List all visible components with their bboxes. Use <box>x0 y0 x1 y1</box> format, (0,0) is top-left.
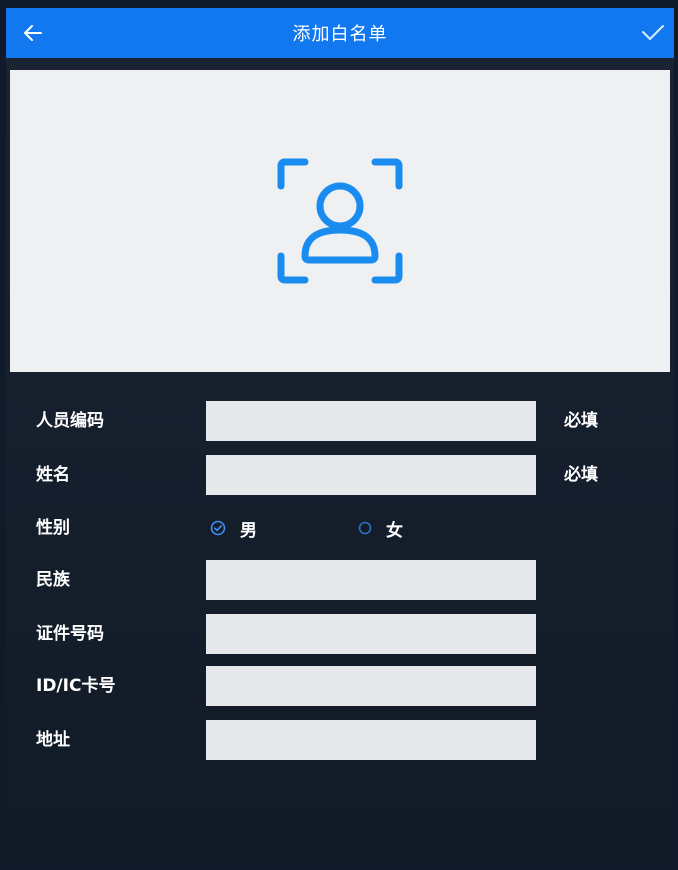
row-employee-id: 人员编码 必填 <box>6 401 674 441</box>
name-required: 必填 <box>564 465 598 485</box>
gender-female-label: 女 <box>386 520 403 541</box>
id-number-label: 证件号码 <box>36 624 104 644</box>
radio-checked-icon <box>210 520 226 536</box>
gender-male-radio[interactable]: 男 <box>210 508 257 548</box>
title-bar: 添加白名单 <box>6 8 674 58</box>
gender-female-radio[interactable]: 女 <box>358 508 403 548</box>
name-label: 姓名 <box>36 465 70 485</box>
ethnicity-input[interactable] <box>206 560 536 600</box>
face-preview[interactable] <box>10 70 670 372</box>
address-label: 地址 <box>36 730 70 750</box>
row-ethnicity: 民族 <box>6 560 674 600</box>
row-gender: 性别 男 女 <box>6 508 674 548</box>
address-input[interactable] <box>206 720 536 760</box>
id-number-input[interactable] <box>206 614 536 654</box>
card-number-input[interactable] <box>206 666 536 706</box>
employee-id-required: 必填 <box>564 411 598 431</box>
row-card-number: ID/IC卡号 <box>6 666 674 706</box>
row-name: 姓名 必填 <box>6 455 674 495</box>
row-address: 地址 <box>6 720 674 760</box>
page-title: 添加白名单 <box>292 24 388 45</box>
arrow-left-icon <box>24 25 42 41</box>
name-input[interactable] <box>206 455 536 495</box>
back-button[interactable] <box>18 18 48 48</box>
confirm-button[interactable] <box>636 18 670 48</box>
row-id-number: 证件号码 <box>6 614 674 654</box>
employee-id-input[interactable] <box>206 401 536 441</box>
radio-unchecked-icon <box>358 521 372 535</box>
face-capture-icon <box>277 158 403 284</box>
screen: 添加白名单 人员编码 必填 姓名 必填 性别 男 女 民族 证件号码 ID/IC… <box>6 8 674 866</box>
card-number-label: ID/IC卡号 <box>36 676 116 696</box>
employee-id-label: 人员编码 <box>36 411 104 431</box>
gender-label: 性别 <box>36 518 70 538</box>
check-icon <box>642 25 664 40</box>
gender-male-label: 男 <box>240 520 257 541</box>
ethnicity-label: 民族 <box>36 570 70 590</box>
